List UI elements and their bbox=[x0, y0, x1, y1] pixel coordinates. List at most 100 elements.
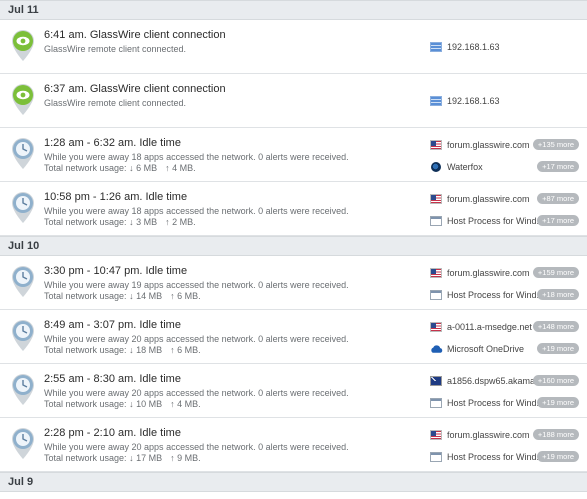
idle-time-event[interactable]: 2:28 pm - 2:10 am. Idle time While you we… bbox=[0, 418, 587, 472]
host-entry[interactable]: a1856.dspw65.akamai... bbox=[430, 374, 545, 388]
window-icon bbox=[430, 216, 442, 226]
event-title: 8:49 am - 3:07 pm. Idle time bbox=[44, 319, 181, 331]
more-badge[interactable]: +19 more bbox=[537, 397, 579, 408]
event-subtitle: While you were away 18 apps accessed the… bbox=[44, 206, 349, 216]
host-name: Host Process for Wind... bbox=[447, 290, 545, 300]
host-entry[interactable]: Microsoft OneDrive bbox=[430, 342, 524, 356]
event-subtitle: While you were away 20 apps accessed the… bbox=[44, 442, 349, 452]
event-subtitle: GlassWire remote client connected. bbox=[44, 44, 187, 54]
network-usage: Total network usage: ↓ 17 MB ↑ 9 MB. bbox=[44, 453, 201, 463]
host-name: 192.168.1.63 bbox=[447, 42, 500, 52]
upload-amount: ↑ 6 MB. bbox=[170, 345, 201, 355]
more-badge[interactable]: +17 more bbox=[537, 161, 579, 172]
download-amount: ↓ 6 MB bbox=[129, 163, 158, 173]
host-name: a1856.dspw65.akamai... bbox=[447, 376, 545, 386]
host-entry[interactable]: Host Process for Wind... bbox=[430, 396, 544, 410]
event-title: 6:37 am. GlassWire client connection bbox=[44, 83, 226, 95]
host-entry[interactable]: a-0011.a-msedge.net bbox=[430, 320, 532, 334]
window-icon bbox=[430, 452, 442, 462]
usage-label: Total network usage: bbox=[44, 291, 127, 301]
download-amount: ↓ 18 MB bbox=[129, 345, 163, 355]
clock-pin-icon bbox=[10, 136, 36, 170]
more-badge[interactable]: +87 more bbox=[537, 193, 579, 204]
clock-pin-icon bbox=[10, 318, 36, 352]
network-usage: Total network usage: ↓ 6 MB ↑ 4 MB. bbox=[44, 163, 196, 173]
host-entry[interactable]: 192.168.1.63 bbox=[430, 40, 500, 54]
host-entry[interactable]: forum.glasswire.com bbox=[430, 266, 530, 280]
event-title: 6:41 am. GlassWire client connection bbox=[44, 29, 226, 41]
host-name: Host Process for Wind... bbox=[447, 398, 545, 408]
waterfox-icon bbox=[431, 162, 441, 172]
upload-amount: ↑ 9 MB. bbox=[170, 453, 201, 463]
clock-pin-icon bbox=[10, 426, 36, 460]
upload-amount: ↑ 4 MB. bbox=[165, 163, 196, 173]
event-subtitle: While you were away 19 apps accessed the… bbox=[44, 280, 349, 290]
clock-pin-icon bbox=[10, 190, 36, 224]
usage-label: Total network usage: bbox=[44, 453, 127, 463]
download-amount: ↓ 14 MB bbox=[129, 291, 163, 301]
network-usage: Total network usage: ↓ 3 MB ↑ 2 MB. bbox=[44, 217, 196, 227]
event-title: 1:28 am - 6:32 am. Idle time bbox=[44, 137, 181, 149]
more-badge[interactable]: +135 more bbox=[532, 139, 579, 150]
host-entry[interactable]: Host Process for Wind... bbox=[430, 214, 544, 228]
us-flag-icon bbox=[430, 430, 442, 440]
more-badge[interactable]: +159 more bbox=[532, 267, 579, 278]
lan-icon bbox=[430, 96, 442, 106]
host-name: Waterfox bbox=[447, 162, 483, 172]
au-flag-icon bbox=[430, 376, 442, 386]
host-entry[interactable]: Host Process for Wind... bbox=[430, 450, 544, 464]
host-entry[interactable]: forum.glasswire.com bbox=[430, 428, 530, 442]
host-name: forum.glasswire.com bbox=[447, 194, 530, 204]
timeline-list: Jul 11 6:41 am. GlassWire client connecti… bbox=[0, 0, 587, 499]
connection-event[interactable]: 6:37 am. GlassWire client connection Glas… bbox=[0, 74, 587, 128]
idle-time-event[interactable]: 1:28 am - 6:32 am. Idle time While you we… bbox=[0, 128, 587, 182]
idle-time-event[interactable]: 2:55 am - 8:30 am. Idle time While you we… bbox=[0, 364, 587, 418]
more-badge[interactable]: +19 more bbox=[537, 451, 579, 462]
more-badge[interactable]: +17 more bbox=[537, 215, 579, 226]
host-name: Host Process for Wind... bbox=[447, 216, 545, 226]
download-amount: ↓ 17 MB bbox=[129, 453, 163, 463]
window-icon bbox=[430, 290, 442, 300]
more-badge[interactable]: +188 more bbox=[532, 429, 579, 440]
clock-pin-icon bbox=[10, 264, 36, 298]
upload-amount: ↑ 2 MB. bbox=[165, 217, 196, 227]
idle-time-event[interactable]: 8:49 am - 3:07 pm. Idle time While you we… bbox=[0, 310, 587, 364]
onedrive-icon bbox=[430, 344, 443, 354]
eye-pin-icon bbox=[10, 82, 36, 116]
host-entry[interactable]: forum.glasswire.com bbox=[430, 192, 530, 206]
event-title: 2:28 pm - 2:10 am. Idle time bbox=[44, 427, 181, 439]
more-badge[interactable]: +18 more bbox=[537, 289, 579, 300]
idle-time-event[interactable]: 3:30 pm - 10:47 pm. Idle time While you w… bbox=[0, 256, 587, 310]
upload-amount: ↑ 6 MB. bbox=[170, 291, 201, 301]
more-badge[interactable]: +160 more bbox=[532, 375, 579, 386]
host-name: forum.glasswire.com bbox=[447, 268, 530, 278]
host-entry[interactable]: forum.glasswire.com bbox=[430, 138, 530, 152]
connection-event[interactable]: 6:41 am. GlassWire client connection Glas… bbox=[0, 20, 587, 74]
event-title: 10:58 pm - 1:26 am. Idle time bbox=[44, 191, 188, 203]
upload-amount: ↑ 4 MB. bbox=[170, 399, 201, 409]
us-flag-icon bbox=[430, 194, 442, 204]
more-badge[interactable]: +148 more bbox=[532, 321, 579, 332]
more-badge[interactable]: +19 more bbox=[537, 343, 579, 354]
us-flag-icon bbox=[430, 322, 442, 332]
host-entry[interactable]: 192.168.1.63 bbox=[430, 94, 500, 108]
network-usage: Total network usage: ↓ 18 MB ↑ 6 MB. bbox=[44, 345, 201, 355]
idle-time-event[interactable]: 10:58 pm - 1:26 am. Idle time While you w… bbox=[0, 182, 587, 236]
host-entry[interactable]: Host Process for Wind... bbox=[430, 288, 544, 302]
host-name: Microsoft OneDrive bbox=[447, 344, 525, 354]
event-title: 3:30 pm - 10:47 pm. Idle time bbox=[44, 265, 188, 277]
day-header: Jul 11 bbox=[0, 0, 587, 20]
event-title: 2:55 am - 8:30 am. Idle time bbox=[44, 373, 181, 385]
host-name: a-0011.a-msedge.net bbox=[447, 322, 532, 332]
network-usage: Total network usage: ↓ 14 MB ↑ 6 MB. bbox=[44, 291, 201, 301]
download-amount: ↓ 3 MB bbox=[129, 217, 158, 227]
window-icon bbox=[430, 398, 442, 408]
usage-label: Total network usage: bbox=[44, 217, 127, 227]
host-entry[interactable]: Waterfox bbox=[430, 160, 483, 174]
lan-icon bbox=[430, 42, 442, 52]
event-subtitle: GlassWire remote client connected. bbox=[44, 98, 187, 108]
host-name: Host Process for Wind... bbox=[447, 452, 545, 462]
network-usage: Total network usage: ↓ 10 MB ↑ 4 MB. bbox=[44, 399, 201, 409]
day-header: Jul 9 bbox=[0, 472, 587, 492]
clock-pin-icon bbox=[10, 372, 36, 406]
